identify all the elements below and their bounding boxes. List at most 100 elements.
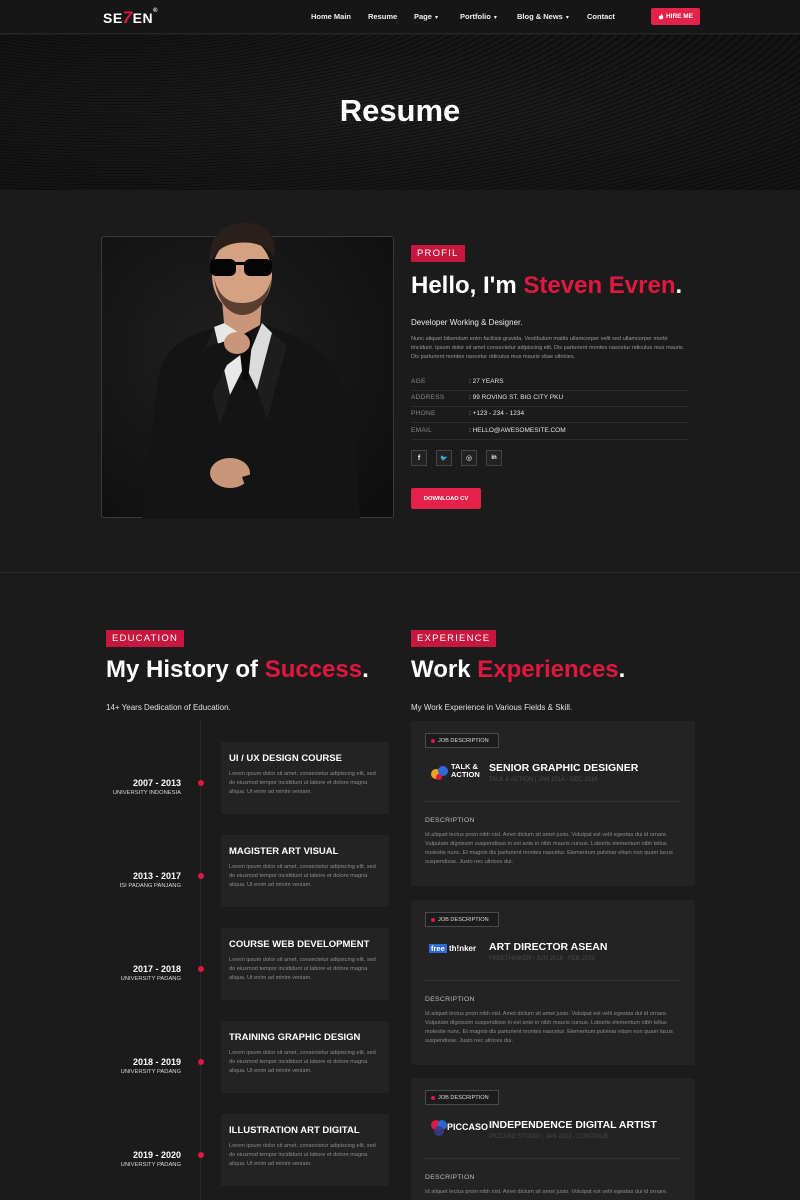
nav-blog-news[interactable]: Blog & News ▾ xyxy=(517,12,569,21)
job-description: Id aliquet lectus proin nibh nisl. Amet … xyxy=(425,1011,673,1044)
logo-text-thinker: th!nker xyxy=(449,944,477,953)
timeline-school: UNIVERSITY INDONESIA xyxy=(112,790,181,796)
timeline-school: UNIVERSITY PADANG xyxy=(120,1162,181,1168)
logo-text: PICCASO xyxy=(447,1122,489,1132)
heading-accent: Experiences xyxy=(477,656,619,683)
job-description-badge: JOB DESCRIPTION xyxy=(425,1090,499,1105)
instagram-icon[interactable]: ◎ xyxy=(461,450,477,466)
chevron-down-icon: ▾ xyxy=(565,15,569,21)
info-key: AGE xyxy=(411,378,426,385)
profile-heading: Hello, I'm Steven Evren. xyxy=(411,272,682,300)
info-value: : 99 ROVING ST. BIG CITY PKU xyxy=(469,394,564,401)
freethinker-logo: free th!nker xyxy=(429,940,487,962)
job-description: Id aliquet lectus proin nibh nisl. Amet … xyxy=(425,1189,668,1195)
info-value: : 27 YEARS xyxy=(469,378,504,385)
education-card-desc: Lorem ipsum dolor sit amet, consectetur … xyxy=(229,1143,376,1167)
chevron-down-icon: ▾ xyxy=(493,15,497,21)
experience-card: JOB DESCRIPTION PICCASO INDEPENDENCE DIG… xyxy=(411,1078,695,1200)
experience-card: JOB DESCRIPTION TALK & ACTION SENIOR GRA… xyxy=(411,721,695,886)
logo-seven: 7 xyxy=(122,8,133,27)
nav-label: Resume xyxy=(368,12,398,21)
job-description-badge: JOB DESCRIPTION xyxy=(425,733,499,748)
profile-role: Developer Working & Designer. xyxy=(411,318,523,327)
info-key: PHONE xyxy=(411,410,436,417)
job-meta: TALK & ACTION | JAN 2014 - DEC 2016 xyxy=(489,777,598,783)
timeline-school: UNIVERSITY PADANG xyxy=(120,1069,181,1075)
twitter-icon[interactable]: 🐦 xyxy=(436,450,452,466)
nav-label: Blog & News xyxy=(517,12,563,21)
heading-accent: Success xyxy=(264,656,363,683)
profile-name: Steven Evren xyxy=(523,272,676,299)
education-card-desc: Lorem ipsum dolor sit amet, consectetur … xyxy=(229,957,376,981)
job-meta: FREETHINKER | JUN 2016 - FEB 2020 xyxy=(489,956,595,962)
heading-dot: . xyxy=(618,656,626,683)
logo-text: TALK & ACTION xyxy=(451,762,480,779)
nav-label: Contact xyxy=(587,12,615,21)
education-card: COURSE WEB DEVELOPMENT Lorem ipsum dolor… xyxy=(221,928,389,1000)
section-divider xyxy=(0,572,800,573)
job-title: INDEPENDENCE DIGITAL ARTIST xyxy=(489,1119,657,1131)
profile-photo-frame xyxy=(101,222,394,519)
job-description: Id aliquet lectus proin nibh nisl. Amet … xyxy=(425,832,673,865)
profile-bio: Nunc aliquet bibendum enim facilisis gra… xyxy=(411,336,685,360)
chevron-down-icon: ▾ xyxy=(434,15,438,21)
profile-tag: PROFIL xyxy=(411,245,465,262)
nav-contact[interactable]: Contact xyxy=(587,12,615,21)
nav-label: Page xyxy=(414,12,432,21)
nav-resume[interactable]: Resume xyxy=(368,12,397,21)
timeline-years: 2007 - 2013 xyxy=(132,778,181,788)
heading-dot: . xyxy=(362,656,369,683)
job-meta: PICCASO STUDIO | JAN 2022 - CONTINUE xyxy=(489,1134,609,1140)
hire-me-label: HIRE ME xyxy=(665,13,694,20)
timeline-dot xyxy=(198,966,204,972)
heading-plain: Work xyxy=(411,656,478,683)
education-card: UI / UX DESIGN COURSE Lorem ipsum dolor … xyxy=(221,742,389,814)
heading-dot: . xyxy=(675,272,683,299)
card-divider xyxy=(425,801,681,802)
facebook-icon[interactable]: f xyxy=(411,450,427,466)
timeline-school: UNIVERSITY PADANG xyxy=(120,976,181,982)
profile-photo xyxy=(142,222,360,519)
job-title: ART DIRECTOR ASEAN xyxy=(489,941,608,953)
timeline-years: 2017 - 2018 xyxy=(132,964,181,974)
site-logo[interactable]: SE7EN® xyxy=(103,8,158,28)
download-cv-button[interactable]: DOWNLOAD CV xyxy=(411,488,481,509)
info-row-age: AGE : 27 YEARS xyxy=(411,375,689,391)
description-label: DESCRIPTION xyxy=(425,1174,475,1181)
nav-home-main[interactable]: Home Main xyxy=(311,12,351,21)
piccaso-logo: PICCASO xyxy=(429,1118,489,1140)
fire-icon xyxy=(658,13,664,20)
logo-prefix: SE xyxy=(103,10,123,26)
timeline-years: 2013 - 2017 xyxy=(132,871,181,881)
education-card-desc: Lorem ipsum dolor sit amet, consectetur … xyxy=(229,1050,376,1074)
info-row-email: EMAIL : HELLO@AWESOMESITE.COM xyxy=(411,424,689,440)
timeline-dot xyxy=(198,873,204,879)
timeline-dot xyxy=(198,780,204,786)
timeline-dot xyxy=(198,1152,204,1158)
greeting-text: Hello, I'm xyxy=(411,272,524,299)
education-card: MAGISTER ART VISUAL Lorem ipsum dolor si… xyxy=(221,835,389,907)
nav-label: Portfolio xyxy=(460,12,491,21)
info-row-phone: PHONE : +123 - 234 - 1234 xyxy=(411,407,689,423)
education-card: ILLUSTRATION ART DIGITAL Lorem ipsum dol… xyxy=(221,1114,389,1186)
logo-suffix: EN xyxy=(132,10,154,26)
info-value: : +123 - 234 - 1234 xyxy=(469,410,525,417)
job-title: SENIOR GRAPHIC DESIGNER xyxy=(489,762,639,774)
job-description-badge: JOB DESCRIPTION xyxy=(425,912,499,927)
nav-portfolio[interactable]: Portfolio ▾ xyxy=(460,12,497,21)
experience-subtitle: My Work Experience in Various Fields & S… xyxy=(411,703,573,712)
hire-me-button[interactable]: HIRE ME xyxy=(651,8,700,25)
talk-action-logo: TALK & ACTION xyxy=(429,761,487,783)
logo-text-free: free xyxy=(429,944,447,953)
timeline-line xyxy=(200,720,201,1200)
nav-page[interactable]: Page ▾ xyxy=(414,12,438,21)
experience-card: JOB DESCRIPTION free th!nker ART DIRECTO… xyxy=(411,900,695,1065)
info-key: ADDRESS xyxy=(411,394,445,401)
experience-tag: EXPERIENCE xyxy=(411,630,497,647)
card-divider xyxy=(425,980,681,981)
info-key: EMAIL xyxy=(411,427,433,434)
logo-registered-mark: ® xyxy=(153,8,159,14)
linkedin-icon[interactable]: in xyxy=(486,450,502,466)
heading-plain: My History of xyxy=(106,656,265,683)
education-card-desc: Lorem ipsum dolor sit amet, consectetur … xyxy=(229,864,376,888)
